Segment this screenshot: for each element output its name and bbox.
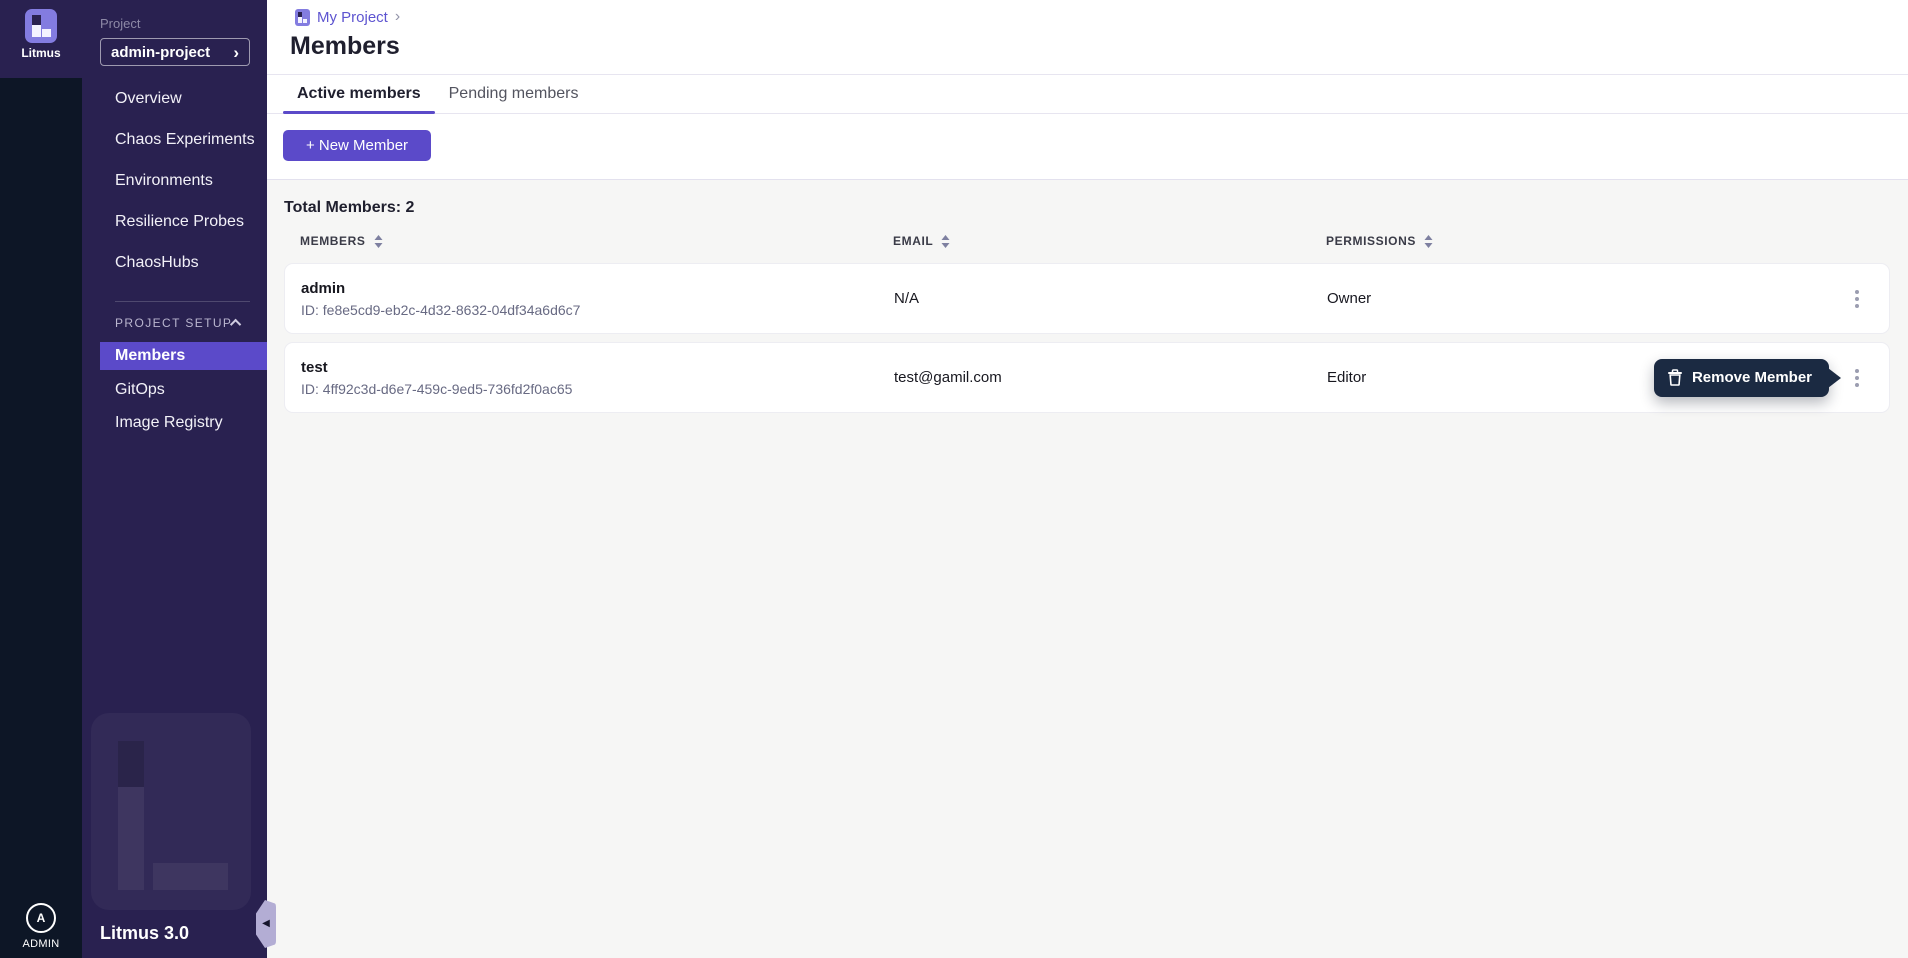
project-setup-section-header[interactable]: PROJECT SETUP bbox=[82, 302, 267, 340]
avatar[interactable]: A bbox=[26, 903, 56, 933]
sort-email-button[interactable] bbox=[941, 235, 950, 248]
litmus-watermark-logo bbox=[91, 713, 251, 910]
project-select[interactable]: admin-project › bbox=[100, 38, 250, 66]
member-permission: Owner bbox=[1327, 290, 1889, 307]
member-row-admin: admin ID: fe8e5cd9-eb2c-4d32-8632-04df34… bbox=[284, 263, 1890, 334]
sidebar-item-members[interactable]: Members bbox=[100, 342, 267, 370]
member-cell: admin ID: fe8e5cd9-eb2c-4d32-8632-04df34… bbox=[301, 280, 894, 318]
column-header-email: EMAIL bbox=[893, 234, 1326, 248]
breadcrumb-link-my-project[interactable]: My Project bbox=[317, 9, 388, 26]
project-setup-items: Members GitOps Image Registry bbox=[82, 342, 267, 439]
new-member-button[interactable]: + New Member bbox=[283, 130, 431, 161]
sidebar-item-resilience-probes[interactable]: Resilience Probes bbox=[82, 201, 267, 242]
breadcrumb-project-icon bbox=[295, 9, 310, 26]
user-section: A ADMIN bbox=[0, 903, 82, 950]
members-panel: Total Members: 2 MEMBERS EMAIL PERMISSIO… bbox=[267, 180, 1908, 958]
sort-icon bbox=[941, 235, 950, 248]
tab-active-members[interactable]: Active members bbox=[283, 75, 435, 113]
member-id: ID: 4ff92c3d-d6e7-459c-9ed5-736fd2f0ac65 bbox=[301, 381, 894, 397]
member-id: ID: fe8e5cd9-eb2c-4d32-8632-04df34a6d6c7 bbox=[301, 302, 894, 318]
rail-logo-section: Litmus bbox=[0, 0, 82, 78]
version-label: Litmus 3.0 bbox=[100, 923, 189, 944]
sidebar-item-image-registry[interactable]: Image Registry bbox=[82, 406, 267, 439]
project-label: Project bbox=[100, 16, 267, 31]
tab-pending-members[interactable]: Pending members bbox=[435, 75, 593, 113]
avatar-letter: A bbox=[37, 911, 46, 925]
litmus-logo-label: Litmus bbox=[21, 46, 60, 60]
sort-members-button[interactable] bbox=[374, 235, 383, 248]
page-title: Members bbox=[290, 32, 400, 61]
watermark-vertical-bar bbox=[118, 787, 144, 890]
app-root: Litmus A ADMIN Project admin-project › O… bbox=[0, 0, 1908, 958]
member-name: admin bbox=[301, 280, 894, 297]
watermark-dot bbox=[118, 741, 144, 787]
breadcrumb-separator-icon: › bbox=[395, 8, 400, 26]
remove-member-label: Remove Member bbox=[1692, 369, 1812, 386]
breadcrumb: My Project › bbox=[295, 8, 400, 26]
column-header-permissions: PERMISSIONS bbox=[1326, 234, 1890, 248]
sidebar-item-overview[interactable]: Overview bbox=[82, 78, 267, 119]
total-members-label: Total Members: 2 bbox=[284, 199, 1908, 217]
sort-icon bbox=[1424, 235, 1433, 248]
column-header-members: MEMBERS bbox=[300, 234, 893, 248]
chevron-right-icon: › bbox=[233, 44, 239, 61]
row-actions-menu-button[interactable] bbox=[1847, 285, 1867, 313]
trash-icon bbox=[1667, 369, 1683, 386]
avatar-label: ADMIN bbox=[23, 938, 60, 950]
icon-rail: Litmus A ADMIN bbox=[0, 0, 82, 958]
collapse-arrow-icon: ◀ bbox=[262, 919, 270, 929]
table-header-row: MEMBERS EMAIL PERMISSIONS bbox=[284, 234, 1890, 248]
member-cell: test ID: 4ff92c3d-d6e7-459c-9ed5-736fd2f… bbox=[301, 359, 894, 397]
member-email: N/A bbox=[894, 290, 1327, 307]
remove-member-menu-item[interactable]: Remove Member bbox=[1654, 359, 1829, 397]
project-select-value: admin-project bbox=[111, 44, 210, 61]
sidebar-item-chaos-experiments[interactable]: Chaos Experiments bbox=[82, 119, 267, 160]
sidebar-collapse-button[interactable]: ◀ bbox=[256, 900, 276, 948]
sidebar-item-gitops[interactable]: GitOps bbox=[82, 373, 267, 406]
sidebar: Project admin-project › Overview Chaos E… bbox=[82, 0, 267, 958]
sort-icon bbox=[374, 235, 383, 248]
litmus-logo-icon bbox=[25, 9, 57, 43]
main-content: My Project › Members Active members Pend… bbox=[267, 0, 1908, 958]
project-setup-label: PROJECT SETUP bbox=[115, 316, 232, 330]
member-row-test: test ID: 4ff92c3d-d6e7-459c-9ed5-736fd2f… bbox=[284, 342, 1890, 413]
sort-permissions-button[interactable] bbox=[1424, 235, 1433, 248]
sidebar-item-environments[interactable]: Environments bbox=[82, 160, 267, 201]
member-name: test bbox=[301, 359, 894, 376]
sidebar-item-chaoshubs[interactable]: ChaosHubs bbox=[82, 242, 267, 283]
member-email: test@gamil.com bbox=[894, 369, 1327, 386]
tab-bar: Active members Pending members bbox=[267, 74, 1908, 114]
watermark-horizontal-bar bbox=[153, 863, 228, 890]
row-actions-menu-button[interactable] bbox=[1847, 364, 1867, 392]
sidebar-nav: Overview Chaos Experiments Environments … bbox=[82, 78, 267, 283]
